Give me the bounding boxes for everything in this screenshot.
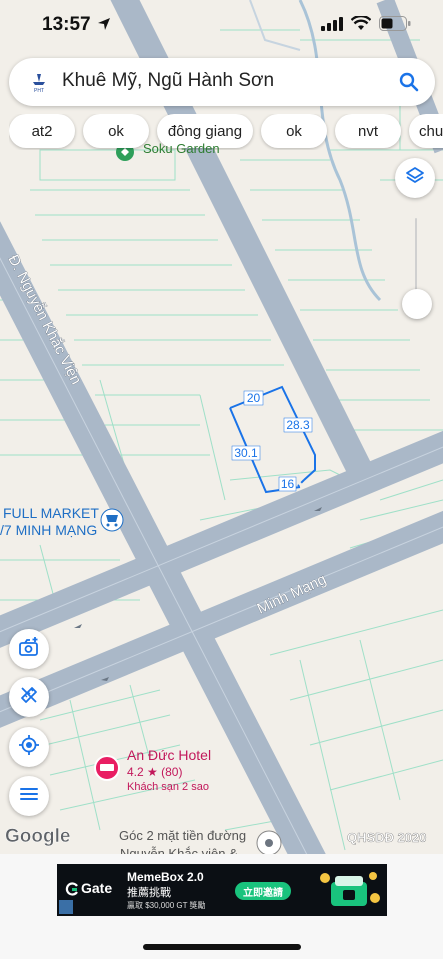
hotel-pin[interactable] [94, 755, 120, 781]
plot-dim-bottom: 16 [281, 477, 295, 491]
menu-button[interactable] [9, 776, 49, 816]
plot-dim-left: 30.1 [234, 446, 258, 460]
plot-dim-right: 28.3 [286, 418, 310, 432]
market-pin[interactable] [100, 508, 124, 532]
ad-choices-icon[interactable] [59, 900, 73, 914]
poi-garden-label[interactable]: Soku Garden [143, 141, 220, 156]
opacity-slider-knob[interactable] [402, 289, 432, 319]
poi-hotel-type: Khách sạn 2 sao [127, 781, 209, 793]
chip-nvt[interactable]: nvt [335, 114, 401, 148]
my-location-icon [18, 734, 40, 761]
poi-market-label-2[interactable]: /7 MINH MẠNG [0, 522, 97, 538]
signal-icon [321, 16, 343, 36]
measure-button[interactable] [9, 677, 49, 717]
home-indicator [143, 944, 301, 950]
ad-fine-print: 贏取 $30,000 GT 獎勵 [127, 901, 206, 910]
add-photo-icon [18, 636, 40, 663]
battery-icon [379, 16, 411, 36]
my-location-button[interactable] [9, 727, 49, 767]
ad-brand: Gate [81, 880, 113, 896]
chip-chu[interactable]: chu [409, 114, 443, 148]
poi-corner-label-1[interactable]: Góc 2 mặt tiền đường [119, 828, 246, 843]
poi-hotel-name[interactable]: An Đức Hotel [127, 747, 211, 763]
google-logo: Google [5, 826, 71, 848]
gate-logo-icon [65, 882, 79, 901]
ad-cta-button[interactable]: 立即邀請 [235, 882, 291, 900]
search-icon[interactable] [397, 70, 421, 94]
chip-at2[interactable]: at2 [9, 114, 75, 148]
saved-places-chips: at2 ok đông giang ok nvt chu [9, 114, 443, 150]
corner-pin[interactable] [256, 830, 282, 855]
search-query[interactable]: Khuê Mỹ, Ngũ Hành Sơn [62, 70, 274, 92]
wifi-icon [350, 14, 372, 36]
chip-ok-2[interactable]: ok [261, 114, 327, 148]
chip-ok[interactable]: ok [83, 114, 149, 148]
measure-icon [18, 684, 40, 711]
layers-button[interactable] [395, 158, 435, 198]
search-bar[interactable]: PHT Khuê Mỹ, Ngũ Hành Sơn [9, 58, 435, 106]
app-logo-icon[interactable]: PHT [27, 70, 51, 94]
plot-dim-top: 20 [247, 391, 261, 405]
location-arrow-icon [96, 16, 112, 37]
menu-icon [18, 783, 40, 810]
svg-text:PHT: PHT [34, 88, 44, 94]
status-time: 13:57 [42, 14, 91, 35]
ad-subtitle: 推薦挑戰 [127, 887, 171, 899]
ad-artwork [313, 868, 383, 912]
poi-market-label-1[interactable]: FULL MARKET [3, 505, 99, 521]
add-photo-button[interactable] [9, 629, 49, 669]
ad-banner[interactable]: Gate MemeBox 2.0 推薦挑戰 贏取 $30,000 GT 獎勵 立… [57, 864, 387, 916]
ad-title: MemeBox 2.0 [127, 870, 204, 884]
layers-icon [404, 165, 426, 192]
map-attribution: QHSDĐ 2020 [347, 830, 427, 845]
poi-hotel-rating: 4.2 ★ (80) [127, 765, 183, 779]
status-bar: 13:57 [0, 0, 443, 52]
